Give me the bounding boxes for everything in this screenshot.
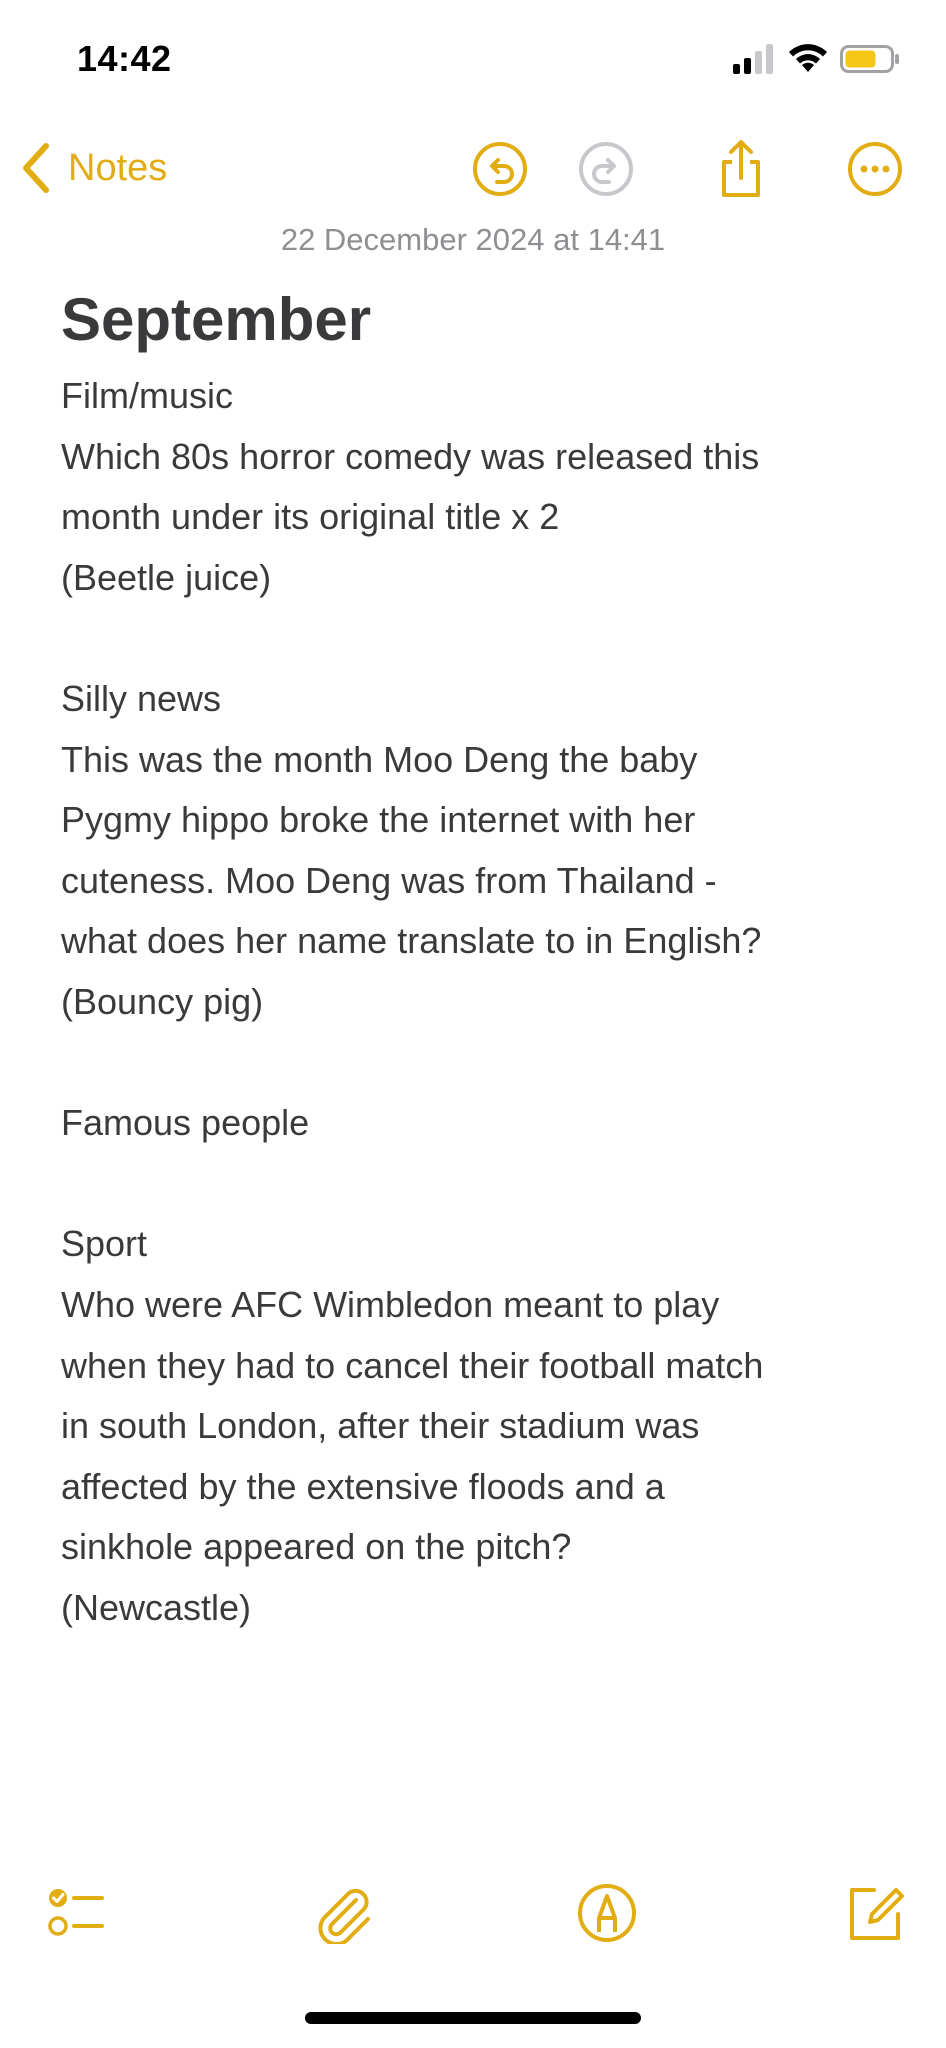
note-line: (Newcastle) xyxy=(61,1586,252,1628)
note-body[interactable]: September Film/music Which 80s horror com… xyxy=(61,280,891,1638)
attachment-button[interactable] xyxy=(310,1880,376,1946)
note-line: Famous people xyxy=(61,1102,310,1144)
note-blank-line xyxy=(61,608,891,669)
note-date: 22 December 2024 at 14:41 xyxy=(280,222,666,257)
note-line: sinkhole appeared on the pitch? xyxy=(61,1526,572,1568)
note-line: cuteness. Moo Deng was from Thailand - xyxy=(61,859,717,901)
status-bar: 14:42 xyxy=(0,0,946,120)
more-icon xyxy=(848,142,902,196)
battery-icon xyxy=(840,45,899,73)
note-line: (Bouncy pig) xyxy=(61,980,264,1022)
markup-pen-icon xyxy=(578,1884,636,1942)
chevron-left-icon xyxy=(23,143,49,193)
markup-button[interactable] xyxy=(574,1880,640,1946)
note-line: affected by the extensive floods and a xyxy=(61,1465,665,1507)
note-line: (Beetle juice) xyxy=(61,556,272,598)
note-line: Which 80s horror comedy was released thi… xyxy=(61,435,760,477)
more-options-button[interactable] xyxy=(844,138,906,200)
undo-button[interactable] xyxy=(469,138,531,200)
home-indicator[interactable] xyxy=(305,2012,641,2024)
note-line: Who were AFC Wimbledon meant to play xyxy=(61,1283,720,1325)
note-line: in south London, after their stadium was xyxy=(61,1405,700,1447)
share-button[interactable] xyxy=(710,138,772,200)
note-line: This was the month Moo Deng the baby xyxy=(61,738,698,780)
note-line: Pygmy hippo broke the internet with her xyxy=(61,799,696,841)
note-line: Silly news xyxy=(61,677,222,719)
status-time: 14:42 xyxy=(77,38,172,79)
note-lines: Film/music Which 80s horror comedy was re… xyxy=(61,366,891,1638)
note-line: what does her name translate to in Engli… xyxy=(61,920,762,962)
cellular-signal-icon xyxy=(733,44,773,74)
paperclip-icon xyxy=(318,1888,370,1944)
back-label: Notes xyxy=(68,146,168,189)
checklist-button[interactable] xyxy=(42,1880,108,1946)
compose-icon xyxy=(850,1888,904,1940)
back-to-notes-button[interactable]: Notes xyxy=(20,140,167,196)
redo-icon xyxy=(579,142,633,196)
note-line: Film/music xyxy=(61,375,233,416)
note-title: September xyxy=(61,286,372,353)
wifi-icon xyxy=(789,44,827,72)
note-blank-line xyxy=(61,1033,891,1094)
note-blank-line xyxy=(61,1154,891,1215)
share-icon xyxy=(722,140,760,197)
compose-button[interactable] xyxy=(842,1880,908,1946)
checklist-icon xyxy=(48,1889,104,1936)
note-line: month under its original title x 2 xyxy=(61,496,560,538)
undo-icon xyxy=(473,142,527,196)
redo-button[interactable] xyxy=(575,138,637,200)
note-line: when they had to cancel their football m… xyxy=(61,1344,764,1386)
note-line: Sport xyxy=(61,1223,148,1265)
